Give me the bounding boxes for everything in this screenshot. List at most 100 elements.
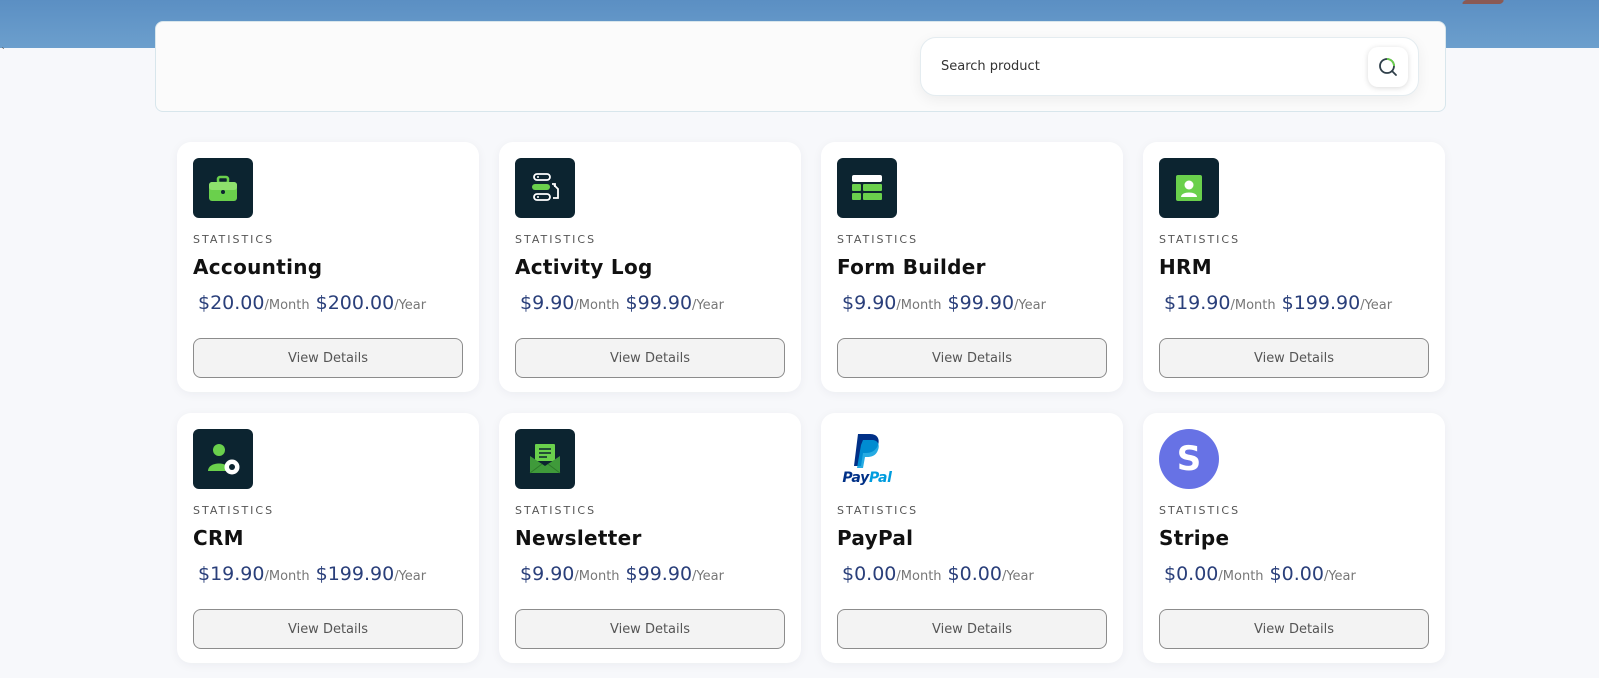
product-icon-box: PayPal — [837, 429, 897, 489]
product-category: STATISTICS — [1159, 233, 1241, 246]
monthly-price: $9.90 — [842, 292, 897, 314]
yearly-unit: /Year — [1014, 298, 1046, 313]
product-category: STATISTICS — [515, 233, 597, 246]
product-prices: $9.90 /Month $99.90 /Year — [837, 292, 1107, 314]
banner-decoration — [1461, 0, 1505, 4]
product-category: STATISTICS — [193, 233, 275, 246]
product-card-newsletter: STATISTICS Newsletter $9.90 /Month $99.9… — [499, 413, 801, 663]
monthly-unit: /Month — [574, 569, 620, 584]
product-card-paypal: PayPal STATISTICS PayPal $0.00 /Month $0… — [821, 413, 1123, 663]
yearly-unit: /Year — [394, 569, 427, 584]
product-prices: $20.00 /Month $200.00 /Year — [193, 292, 463, 314]
monthly-unit: /Month — [264, 569, 310, 584]
product-card-form-builder: STATISTICS Form Builder $9.90 /Month $99… — [821, 142, 1123, 392]
monthly-unit: /Month — [1218, 569, 1264, 584]
paypal-wordmark-pal: Pal — [868, 470, 892, 486]
product-name: Form Builder — [837, 255, 986, 279]
product-name: CRM — [193, 526, 244, 550]
monthly-unit: /Month — [896, 298, 942, 313]
product-icon-box — [193, 429, 253, 489]
view-details-button[interactable]: View Details — [1159, 338, 1429, 378]
product-category: STATISTICS — [515, 504, 597, 517]
product-category: STATISTICS — [193, 504, 275, 517]
paypal-logo-icon: PayPal — [842, 432, 892, 486]
product-prices: $9.90 /Month $99.90 /Year — [515, 292, 785, 314]
activity-log-icon — [532, 173, 559, 201]
yearly-price: $199.90 — [315, 563, 395, 585]
product-prices: $0.00 /Month $0.00 /Year — [1159, 563, 1429, 585]
monthly-price: $9.90 — [520, 563, 575, 585]
envelope-letter-icon — [529, 444, 561, 474]
monthly-price: $0.00 — [1164, 563, 1219, 585]
search-icon — [1379, 57, 1397, 76]
yearly-price: $0.00 — [1269, 563, 1324, 585]
product-prices: $9.90 /Month $99.90 /Year — [515, 563, 785, 585]
yearly-price: $200.00 — [315, 292, 395, 314]
monthly-unit: /Month — [896, 569, 942, 584]
form-builder-icon — [852, 175, 882, 200]
search-button[interactable] — [1368, 46, 1408, 87]
stray-character: ` — [1, 47, 6, 58]
product-icon-box — [837, 158, 897, 218]
product-card-accounting: STATISTICS Accounting $20.00 /Month $200… — [177, 142, 479, 392]
product-name: HRM — [1159, 255, 1212, 279]
product-category: STATISTICS — [837, 233, 919, 246]
product-icon-box — [193, 158, 253, 218]
product-name: Accounting — [193, 255, 323, 279]
briefcase-icon — [209, 175, 237, 201]
view-details-button[interactable]: View Details — [837, 609, 1107, 649]
yearly-unit: /Year — [394, 298, 427, 313]
product-card-stripe: S STATISTICS Stripe $0.00 /Month $0.00 /… — [1143, 413, 1445, 663]
monthly-unit: /Month — [264, 298, 310, 313]
yearly-price: $99.90 — [625, 563, 693, 585]
product-category: STATISTICS — [1159, 504, 1241, 517]
view-details-button[interactable]: View Details — [515, 609, 785, 649]
monthly-price: $19.90 — [198, 563, 265, 585]
product-grid: STATISTICS Accounting $20.00 /Month $200… — [177, 142, 1446, 663]
paypal-p-mark-icon — [853, 434, 879, 468]
monthly-price: $19.90 — [1164, 292, 1231, 314]
search-panel — [155, 21, 1446, 112]
product-icon-box — [515, 158, 575, 218]
product-card-crm: STATISTICS CRM $19.90 /Month $199.90 /Ye… — [177, 413, 479, 663]
product-icon-box — [1159, 158, 1219, 218]
stripe-logo-letter: S — [1176, 439, 1202, 479]
search-input[interactable] — [941, 59, 1368, 74]
view-details-button[interactable]: View Details — [193, 338, 463, 378]
paypal-wordmark-pay: Pay — [842, 470, 869, 486]
view-details-button[interactable]: View Details — [515, 338, 785, 378]
product-card-hrm: STATISTICS HRM $19.90 /Month $199.90 /Ye… — [1143, 142, 1445, 392]
view-details-button[interactable]: View Details — [193, 609, 463, 649]
view-details-button[interactable]: View Details — [1159, 609, 1429, 649]
yearly-unit: /Year — [1001, 569, 1034, 584]
id-card-icon — [1176, 175, 1202, 201]
monthly-price: $9.90 — [520, 292, 575, 314]
yearly-unit: /Year — [692, 569, 724, 584]
monthly-price: $0.00 — [842, 563, 897, 585]
product-prices: $19.90 /Month $199.90 /Year — [1159, 292, 1429, 314]
product-prices: $0.00 /Month $0.00 /Year — [837, 563, 1107, 585]
product-name: PayPal — [837, 526, 914, 550]
view-details-button[interactable]: View Details — [837, 338, 1107, 378]
product-prices: $19.90 /Month $199.90 /Year — [193, 563, 463, 585]
search-box — [920, 37, 1419, 96]
monthly-price: $20.00 — [198, 292, 265, 314]
paypal-wordmark: PayPal — [842, 470, 892, 486]
yearly-unit: /Year — [1360, 298, 1393, 313]
product-name: Newsletter — [515, 526, 642, 550]
yearly-price: $99.90 — [625, 292, 693, 314]
user-eye-icon — [208, 444, 240, 475]
product-card-activity-log: STATISTICS Activity Log $9.90 /Month $99… — [499, 142, 801, 392]
yearly-price: $0.00 — [947, 563, 1002, 585]
product-category: STATISTICS — [837, 504, 919, 517]
product-name: Activity Log — [515, 255, 653, 279]
product-name: Stripe — [1159, 526, 1230, 550]
monthly-unit: /Month — [574, 298, 620, 313]
product-icon-box — [515, 429, 575, 489]
yearly-unit: /Year — [1323, 569, 1356, 584]
yearly-unit: /Year — [692, 298, 724, 313]
yearly-price: $199.90 — [1281, 292, 1361, 314]
stripe-logo-icon: S — [1159, 429, 1219, 489]
yearly-price: $99.90 — [947, 292, 1015, 314]
monthly-unit: /Month — [1230, 298, 1276, 313]
